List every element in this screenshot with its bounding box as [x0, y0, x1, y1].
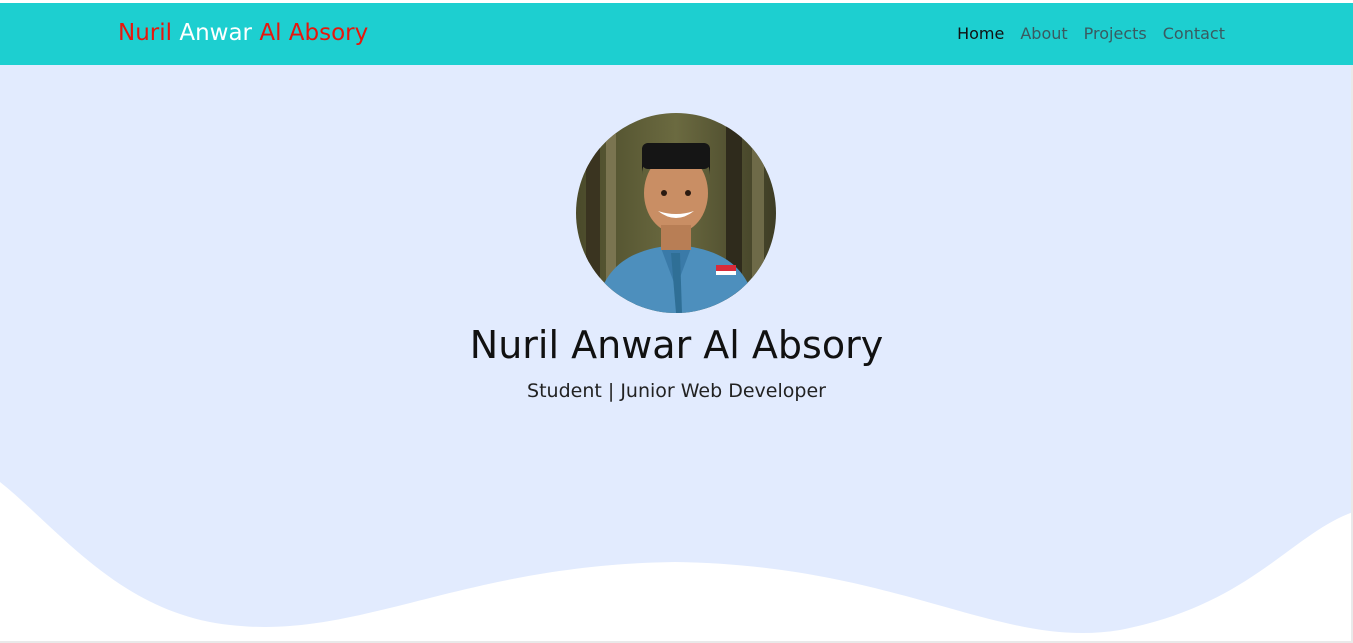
hero-subtitle: Student | Junior Web Developer — [527, 380, 826, 402]
nav-link-projects[interactable]: Projects — [1084, 23, 1147, 45]
nav-link-contact[interactable]: Contact — [1163, 23, 1225, 45]
page: Nuril Anwar Al Absory Home About Project… — [0, 0, 1353, 643]
brand-part-1: Nuril — [118, 20, 173, 46]
nav-link-home[interactable]: Home — [957, 23, 1004, 45]
hero-name: Nuril Anwar Al Absory — [469, 323, 884, 367]
profile-photo-icon — [576, 113, 776, 313]
brand-logo[interactable]: Nuril Anwar Al Absory — [118, 18, 368, 48]
nav-links: Home About Projects Contact — [957, 23, 1225, 45]
brand-part-3: Al Absory — [259, 20, 369, 46]
navbar: Nuril Anwar Al Absory Home About Project… — [0, 3, 1353, 65]
nav-link-about[interactable]: About — [1020, 23, 1067, 45]
avatar — [576, 113, 776, 313]
hero-section: Nuril Anwar Al Absory Student | Junior W… — [0, 65, 1353, 643]
brand-part-2: Anwar — [179, 20, 253, 46]
